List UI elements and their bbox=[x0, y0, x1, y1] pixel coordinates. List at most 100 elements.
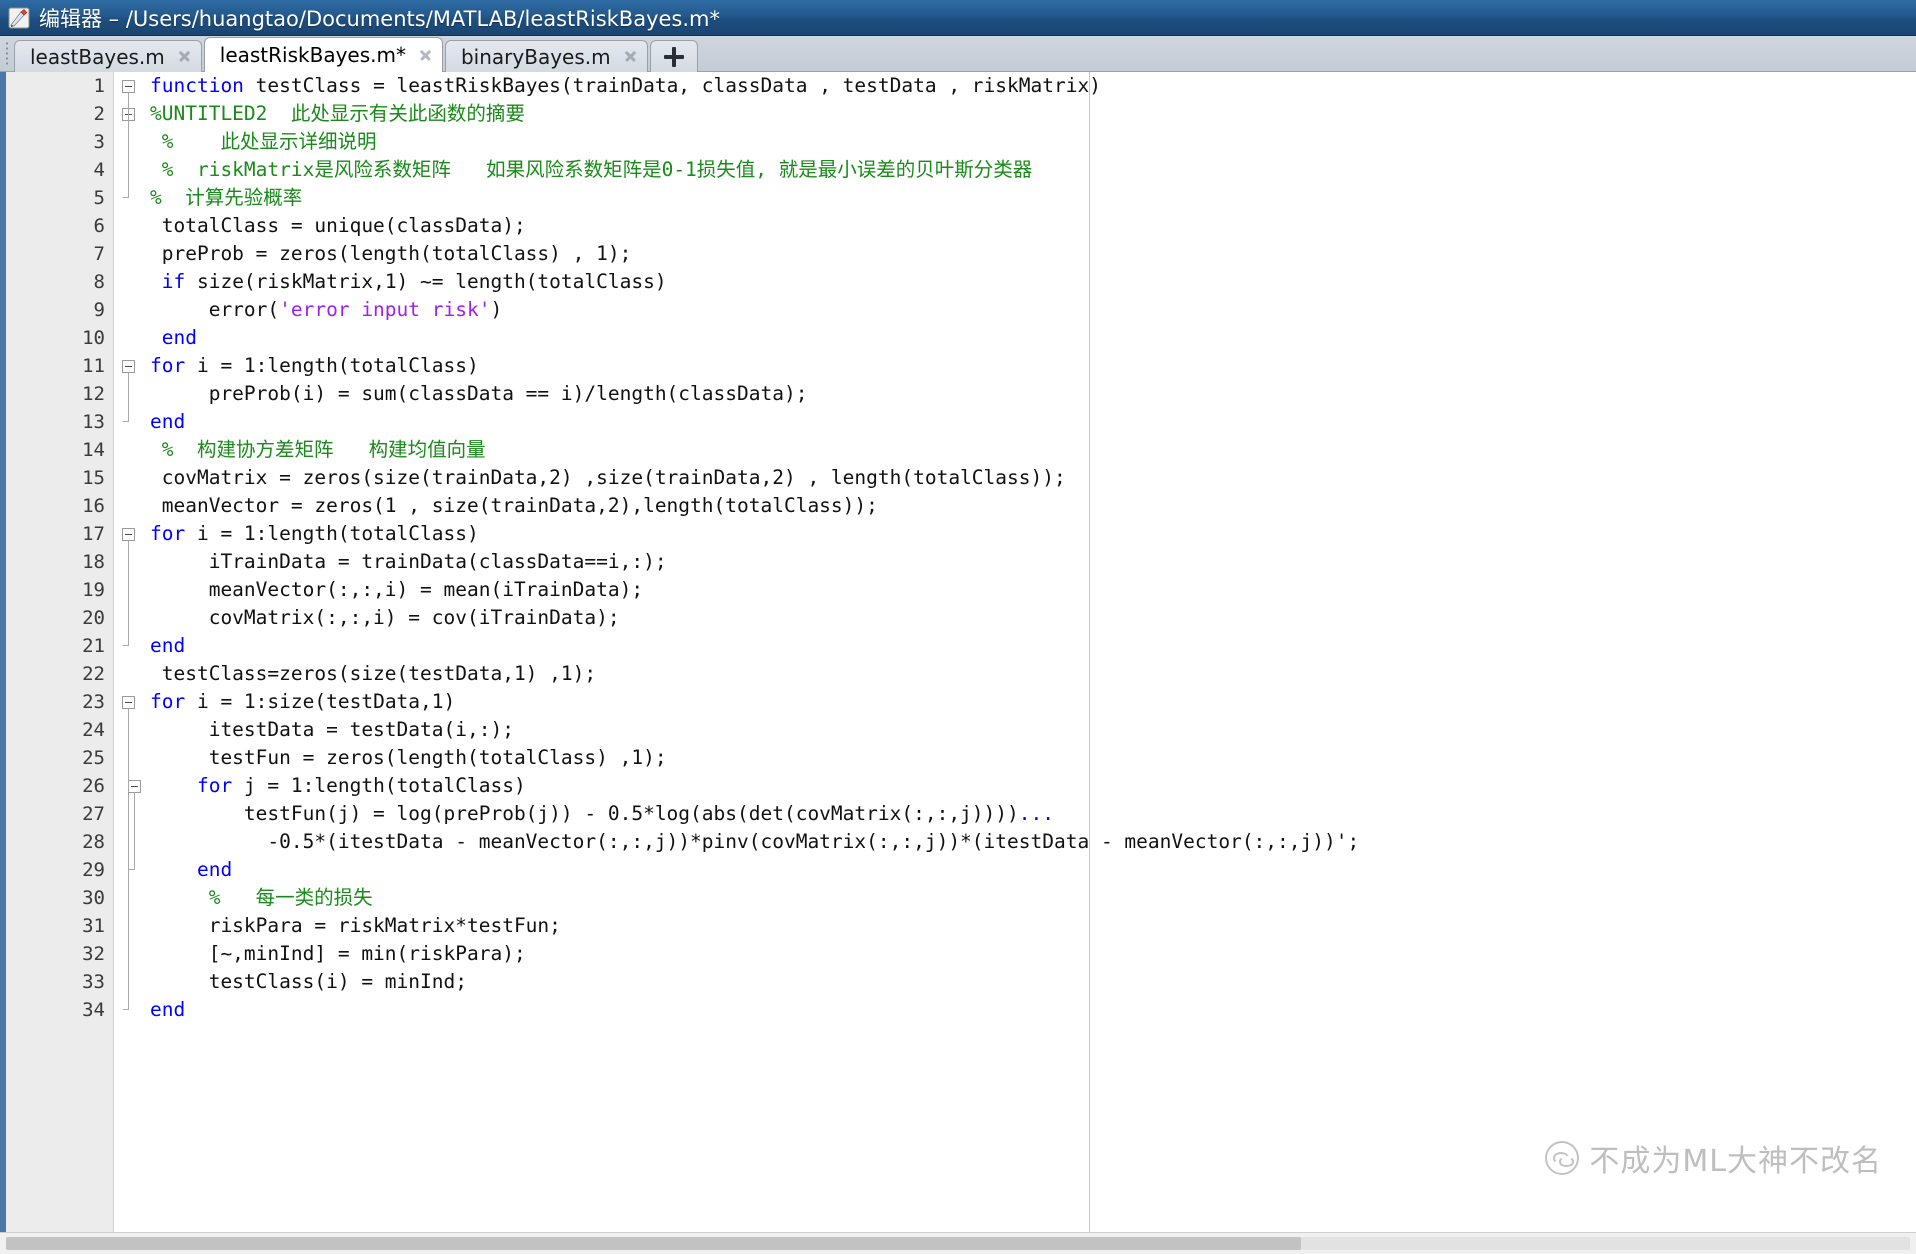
fold-cell bbox=[114, 436, 144, 464]
tab-leastRiskBayes[interactable]: leastRiskBayes.m* bbox=[203, 37, 443, 72]
token-plain: [~,minInd] = min(riskPara); bbox=[150, 942, 526, 965]
code-line[interactable]: % 此处显示详细说明 bbox=[144, 128, 1916, 156]
code-line[interactable]: % riskMatrix是风险系数矩阵 如果风险系数矩阵是0-1损失值, 就是最… bbox=[144, 156, 1916, 184]
token-plain: covMatrix = zeros(size(trainData,2) ,siz… bbox=[150, 466, 1066, 489]
code-line[interactable]: % 计算先验概率 bbox=[144, 184, 1916, 212]
token-kw: end bbox=[150, 634, 186, 657]
line-number: 25- bbox=[6, 744, 130, 772]
matlab-editor-window: 编辑器 – /Users/huangtao/Documents/MATLAB/l… bbox=[0, 0, 1916, 1254]
fold-cell[interactable] bbox=[114, 100, 144, 128]
code-line[interactable]: testFun(j) = log(preProb(j)) - 0.5*log(a… bbox=[144, 800, 1916, 828]
fold-cell bbox=[114, 548, 144, 576]
code-line[interactable]: function testClass = leastRiskBayes(trai… bbox=[144, 72, 1916, 100]
fold-cell[interactable] bbox=[114, 772, 144, 800]
drag-grip-icon[interactable] bbox=[0, 35, 14, 71]
code-line[interactable]: for j = 1:length(totalClass) bbox=[144, 772, 1916, 800]
code-line[interactable]: if size(riskMatrix,1) ~= length(totalCla… bbox=[144, 268, 1916, 296]
code-line[interactable]: riskPara = riskMatrix*testFun; bbox=[144, 912, 1916, 940]
code-line[interactable]: end bbox=[144, 324, 1916, 352]
code-line[interactable]: % 每一类的损失 bbox=[144, 884, 1916, 912]
code-line[interactable]: testClass(i) = minInd; bbox=[144, 968, 1916, 996]
line-number: 4 bbox=[93, 159, 105, 181]
line-number: 7- bbox=[6, 240, 130, 268]
scrollbar-thumb[interactable] bbox=[6, 1237, 1301, 1250]
token-cont: ... bbox=[1018, 802, 1054, 825]
line-number: 19- bbox=[6, 576, 130, 604]
code-line[interactable]: meanVector(:,:,i) = mean(iTrainData); bbox=[144, 576, 1916, 604]
code-line[interactable]: [~,minInd] = min(riskPara); bbox=[144, 940, 1916, 968]
token-cmt: % 计算先验概率 bbox=[150, 186, 303, 209]
fold-cell[interactable] bbox=[114, 632, 144, 660]
code-line[interactable]: testFun = zeros(length(totalClass) ,1); bbox=[144, 744, 1916, 772]
close-icon[interactable] bbox=[623, 49, 638, 64]
code-line[interactable]: end bbox=[144, 632, 1916, 660]
code-line[interactable]: covMatrix = zeros(size(trainData,2) ,siz… bbox=[144, 464, 1916, 492]
tab-leastBayes[interactable]: leastBayes.m bbox=[14, 40, 202, 72]
code-line[interactable]: preProb = zeros(length(totalClass) , 1); bbox=[144, 240, 1916, 268]
horizontal-scrollbar[interactable] bbox=[6, 1237, 1910, 1250]
code-line[interactable]: % 构建协方差矩阵 构建均值向量 bbox=[144, 436, 1916, 464]
line-number: 2 bbox=[93, 103, 105, 125]
code-line[interactable]: end bbox=[144, 856, 1916, 884]
fold-cell[interactable] bbox=[114, 996, 144, 1024]
new-tab-button[interactable] bbox=[649, 40, 698, 72]
fold-cell bbox=[114, 240, 144, 268]
fold-cell[interactable] bbox=[114, 408, 144, 436]
token-plain: meanVector(:,:,i) = mean(iTrainData); bbox=[150, 578, 644, 601]
token-plain: testClass=zeros(size(testData,1) ,1); bbox=[150, 662, 597, 685]
token-kw: end bbox=[150, 998, 186, 1021]
code-line[interactable]: totalClass = unique(classData); bbox=[144, 212, 1916, 240]
token-plain: i = 1:size(testData,1) bbox=[185, 690, 456, 713]
fold-cell[interactable] bbox=[114, 184, 144, 212]
fold-cell[interactable] bbox=[114, 856, 144, 884]
fold-cell bbox=[114, 968, 144, 996]
close-icon[interactable] bbox=[418, 48, 433, 63]
line-number: 15- bbox=[6, 464, 130, 492]
code-line[interactable]: end bbox=[144, 408, 1916, 436]
fold-cell[interactable] bbox=[114, 352, 144, 380]
fold-cell[interactable] bbox=[114, 688, 144, 716]
fold-cell[interactable] bbox=[114, 72, 144, 100]
code-folding-column[interactable] bbox=[114, 72, 144, 1232]
token-plain: riskPara = riskMatrix*testFun; bbox=[150, 914, 561, 937]
token-str: 'error input risk' bbox=[279, 298, 491, 321]
fold-cell[interactable] bbox=[114, 520, 144, 548]
code-line[interactable]: for i = 1:length(totalClass) bbox=[144, 352, 1916, 380]
tab-binaryBayes[interactable]: binaryBayes.m bbox=[444, 40, 648, 72]
code-line[interactable]: covMatrix(:,:,i) = cov(iTrainData); bbox=[144, 604, 1916, 632]
token-cmt: %UNTITLED2 此处显示有关此函数的摘要 bbox=[150, 102, 525, 125]
line-number: 3 bbox=[93, 131, 105, 153]
code-line[interactable]: preProb(i) = sum(classData == i)/length(… bbox=[144, 380, 1916, 408]
tab-label: leastBayes.m bbox=[30, 44, 165, 69]
line-number: 34 bbox=[82, 999, 105, 1021]
token-cmt: % 此处显示详细说明 bbox=[150, 130, 377, 153]
token-plain: -0.5*(itestData - meanVector(:,:,j))*pin… bbox=[150, 830, 1360, 853]
code-text-area[interactable]: function testClass = leastRiskBayes(trai… bbox=[144, 72, 1916, 1232]
line-number: 12- bbox=[6, 380, 130, 408]
line-number: 6- bbox=[6, 212, 130, 240]
token-plain: testClass(i) = minInd; bbox=[150, 970, 467, 993]
close-icon[interactable] bbox=[177, 49, 192, 64]
fold-cell bbox=[114, 492, 144, 520]
code-editor[interactable]: 123456-7-8-9-10-11-12-13-1415-16-17-18-1… bbox=[0, 72, 1916, 1232]
token-kw: function bbox=[150, 74, 256, 97]
tab-bar: leastBayes.m leastRiskBayes.m* binaryBay… bbox=[0, 36, 1916, 72]
token-kw: for bbox=[150, 522, 186, 545]
code-line[interactable]: end bbox=[144, 996, 1916, 1024]
fold-guide-line bbox=[128, 708, 129, 1010]
code-line[interactable]: for i = 1:size(testData,1) bbox=[144, 688, 1916, 716]
line-number: 23- bbox=[6, 688, 130, 716]
code-line[interactable]: for i = 1:length(totalClass) bbox=[144, 520, 1916, 548]
line-number: 27- bbox=[6, 800, 130, 828]
code-line[interactable]: error('error input risk') bbox=[144, 296, 1916, 324]
code-line[interactable]: itestData = testData(i,:); bbox=[144, 716, 1916, 744]
code-line[interactable]: testClass=zeros(size(testData,1) ,1); bbox=[144, 660, 1916, 688]
token-plain: j = 1:length(totalClass) bbox=[232, 774, 526, 797]
code-line[interactable]: iTrainData = trainData(classData==i,:); bbox=[144, 548, 1916, 576]
line-number: 26- bbox=[6, 772, 130, 800]
code-line[interactable]: -0.5*(itestData - meanVector(:,:,j))*pin… bbox=[144, 828, 1916, 856]
code-line[interactable]: %UNTITLED2 此处显示有关此函数的摘要 bbox=[144, 100, 1916, 128]
code-line[interactable]: meanVector = zeros(1 , size(trainData,2)… bbox=[144, 492, 1916, 520]
